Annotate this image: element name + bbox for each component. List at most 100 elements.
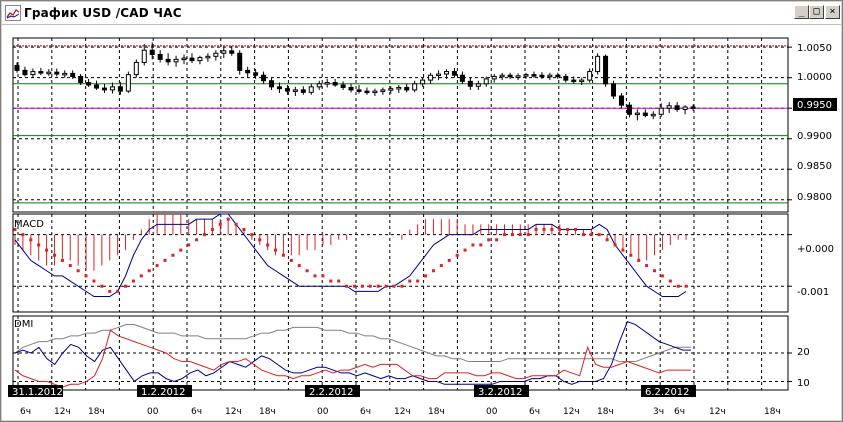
macd-signal-point — [266, 243, 270, 247]
candle-body — [348, 86, 354, 91]
close-button[interactable]: × — [825, 5, 840, 19]
candle-body — [213, 52, 219, 57]
hour-label: 12ч — [394, 407, 411, 417]
candle-body — [611, 83, 617, 97]
candle-body — [300, 89, 306, 93]
macd-signal-point — [558, 227, 562, 231]
current-price-label: 0.9950 — [797, 100, 832, 111]
maximize-button[interactable]: □ — [809, 5, 824, 19]
macd-signal-point — [171, 253, 175, 257]
candle-body — [539, 74, 545, 78]
chart-canvas[interactable]: 31.1.2012 1.2.2012 2.2.2012 3.2.2012 6.2.201… — [2, 25, 841, 420]
macd-signal-point — [605, 238, 609, 242]
candle-body — [563, 75, 569, 81]
candle-body — [292, 89, 298, 92]
candle-body — [261, 74, 267, 82]
macd-signal-point — [368, 284, 372, 288]
hour-label: 18ч — [428, 407, 445, 417]
candle-body — [483, 78, 489, 85]
macd-signal-point — [210, 227, 214, 231]
hour-label: 6ч — [674, 407, 685, 417]
hour-label: 6ч — [191, 407, 202, 417]
price-axis-label: 0.9900 — [797, 131, 832, 142]
candle-body — [62, 72, 68, 76]
candle-body — [443, 71, 449, 75]
macd-signal-point — [37, 243, 41, 247]
candle-body — [70, 72, 76, 77]
macd-signal-point — [550, 227, 554, 231]
macd-signal-point — [431, 269, 435, 273]
macd-signal-point — [566, 227, 570, 231]
macd-signal-point — [660, 274, 664, 278]
candle-body — [451, 71, 457, 76]
macd-panel — [13, 213, 688, 298]
macd-signal-point — [52, 253, 56, 257]
date-label: 31.1.2012 — [12, 387, 63, 398]
hour-label: 18ч — [259, 407, 276, 417]
candle-body — [173, 58, 179, 63]
candle-body — [141, 49, 147, 63]
macd-label: MACD — [14, 219, 44, 230]
candle-body — [109, 86, 115, 91]
hour-label: 6ч — [360, 407, 371, 417]
candle-body — [221, 50, 227, 54]
candle-body — [491, 75, 497, 80]
dmi-panel — [14, 321, 692, 388]
candle-body — [674, 105, 680, 110]
macd-signal-point — [108, 289, 112, 293]
macd-signal-point — [668, 279, 672, 283]
macd-signal-point — [274, 248, 278, 252]
macd-signal-point — [234, 222, 238, 226]
macd-signal-point — [258, 238, 262, 242]
candle-body — [229, 50, 235, 54]
macd-signal-point — [202, 233, 206, 237]
macd-signal-point — [503, 233, 507, 237]
candle-body — [205, 55, 211, 59]
date-label: 2.2.2012 — [309, 387, 354, 398]
hour-label: 3ч — [653, 407, 664, 417]
macd-signal-point — [376, 284, 380, 288]
chart-app-icon — [5, 5, 21, 21]
candle-body — [428, 74, 434, 81]
macd-signal-point — [645, 264, 649, 268]
candle-body — [499, 74, 505, 78]
macd-signal-point — [147, 269, 151, 273]
macd-signal-point — [60, 258, 64, 262]
close-icon: × — [829, 6, 836, 17]
candle-body — [125, 74, 131, 92]
candle-body — [618, 95, 624, 106]
macd-signal-point — [597, 233, 601, 237]
macd-line — [14, 213, 687, 298]
title-bar[interactable]: График USD /CAD ЧАС _ □ × — [2, 2, 841, 25]
candle-body — [642, 112, 648, 117]
macd-signal-point — [345, 284, 349, 288]
hour-label: 6ч — [529, 407, 540, 417]
hour-label: 18ч — [88, 407, 105, 417]
hour-label: 18ч — [764, 407, 781, 417]
candle-body — [595, 55, 601, 73]
maximize-icon: □ — [813, 6, 820, 17]
candle-body — [101, 87, 107, 91]
macd-signal-point — [447, 258, 451, 262]
macd-signal-point — [313, 274, 317, 278]
chart-window: График USD /CAD ЧАС _ □ × 31.1.2012 1.2.2… — [0, 0, 843, 422]
price-axis-label: 0.9800 — [797, 192, 832, 203]
macd-signal-point — [139, 274, 143, 278]
minimize-button[interactable]: _ — [794, 5, 809, 19]
macd-signal-point — [574, 227, 578, 231]
hour-label: 6ч — [20, 407, 31, 417]
macd-signal-point — [92, 279, 96, 283]
candle-body — [22, 69, 28, 76]
candle-body — [682, 106, 688, 110]
macd-signal-point — [384, 284, 388, 288]
dmi-label: DMI — [14, 319, 33, 330]
dmi-axis-label: 20 — [797, 347, 810, 358]
chart-area[interactable]: 31.1.2012 1.2.2012 2.2.2012 3.2.2012 6.2.201… — [2, 25, 841, 420]
price-axis-label: 1.0000 — [797, 72, 832, 83]
candle-body — [78, 75, 84, 84]
candle-body — [507, 74, 513, 78]
candle-body — [364, 90, 370, 94]
macd-signal-point — [487, 238, 491, 242]
macd-signal-point — [684, 284, 688, 288]
candle-body — [459, 74, 465, 82]
